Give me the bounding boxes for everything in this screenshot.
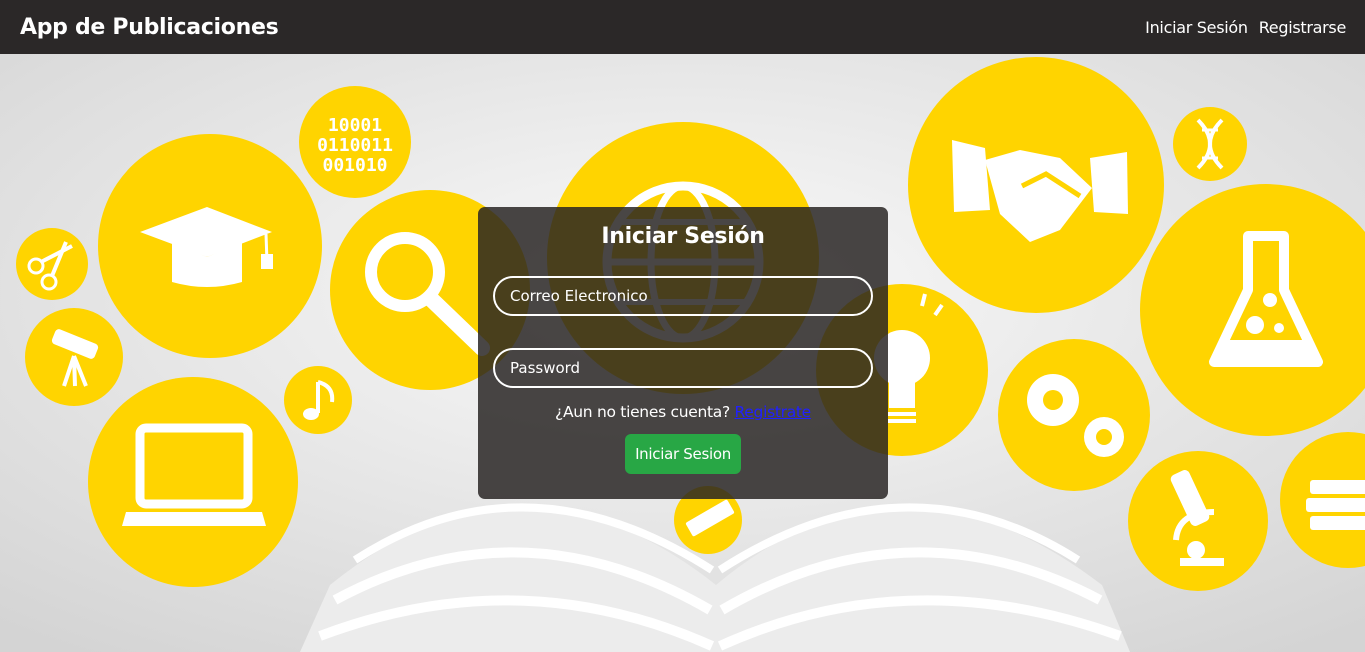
laptop-icon [88, 377, 298, 587]
password-input[interactable] [493, 348, 873, 388]
no-account-text: ¿Aun no tienes cuenta? [555, 403, 730, 421]
nav-register-link[interactable]: Registrarse [1259, 18, 1347, 37]
dna-icon [1173, 107, 1247, 181]
login-title: Iniciar Sesión [601, 224, 765, 249]
handshake-icon [908, 57, 1164, 313]
nav-links: Iniciar Sesión Registrarse [1145, 18, 1346, 37]
email-input[interactable] [493, 276, 873, 316]
binary-code-icon: 10001 0110011 001010 [299, 86, 411, 198]
microscope-icon [1128, 451, 1268, 591]
gears-icon [998, 339, 1150, 491]
top-navbar: App de Publicaciones Iniciar Sesión Regi… [0, 0, 1365, 54]
telescope-icon [25, 308, 123, 406]
scissors-icon [16, 228, 88, 300]
login-submit-button[interactable]: Iniciar Sesion [625, 434, 741, 474]
binary-line: 10001 [328, 115, 382, 136]
login-panel: Iniciar Sesión ¿Aun no tienes cuenta? Re… [478, 207, 888, 499]
binary-line: 001010 [322, 155, 387, 176]
graduation-cap-icon [98, 134, 322, 358]
music-note-icon [284, 366, 352, 434]
brand-title[interactable]: App de Publicaciones [20, 15, 279, 40]
register-link[interactable]: Registrate [735, 403, 812, 421]
register-prompt: ¿Aun no tienes cuenta? Registrate [478, 403, 888, 421]
binary-line: 0110011 [317, 135, 393, 156]
nav-login-link[interactable]: Iniciar Sesión [1145, 18, 1248, 37]
